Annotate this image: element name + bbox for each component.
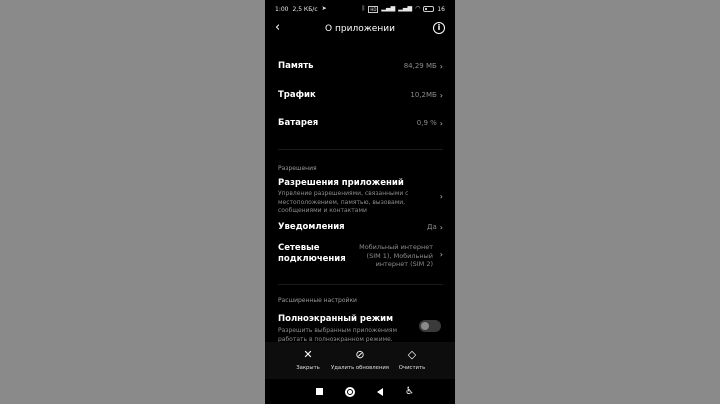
home-icon[interactable] [345,386,355,397]
chevron-right-icon: › [439,222,443,232]
section-header-permissions: Разрешения [278,165,317,172]
battery-icon [423,6,435,12]
network-value: Мобильный интернет (SIM 1), Мобильный ин… [359,243,433,269]
row-traffic-value: 10,2МБ [410,91,437,99]
phone-screen: 1:00 2,5 КБ/с ➤ ᛒ HD ▂▄▆ ▂▄▆ ◠ 16 ‹ О пр… [265,0,455,404]
row-traffic-label: Трафик [278,90,316,100]
fullscreen-item[interactable]: Полноэкранный режим Разрешить выбранным … [278,314,443,344]
notifications-label: Уведомления [278,222,345,232]
row-battery-label: Батарея [278,118,319,128]
volte-icon: HD [368,5,379,13]
uninstall-updates-button[interactable]: ⊘ Удалить обновления [331,342,389,379]
notifications-item[interactable]: Уведомления Да › [278,222,443,232]
action-bar: ✕ Закрыть ⊘ Удалить обновления ◇ Очистит… [265,342,455,379]
accessibility-icon[interactable]: ♿ [405,386,414,397]
chevron-right-icon: › [439,61,443,71]
notifications-value: Да [427,223,437,231]
status-time: 1:00 [275,5,289,13]
close-button-label: Закрыть [296,365,320,371]
app-permissions-description: Упрвление разрешениями, связанными с мес… [278,190,409,214]
battery-level: 16 [437,5,445,13]
fullscreen-toggle[interactable] [419,320,441,332]
row-memory-label: Память [278,61,314,71]
wifi-icon: ◠ [415,5,421,12]
back-triangle-icon[interactable] [377,387,383,396]
telegram-icon: ➤ [321,5,327,12]
chevron-right-icon: › [439,90,443,100]
row-memory[interactable]: Память 84,29 МБ › [278,61,443,71]
clear-button[interactable]: ◇ Очистить [390,342,434,379]
row-traffic[interactable]: Трафик 10,2МБ › [278,90,443,100]
info-icon[interactable]: i [433,22,445,34]
eraser-icon: ◇ [407,348,417,361]
app-permissions-label: Разрешения приложений [278,178,404,188]
network-connections-item[interactable]: Сетевые подключения Мобильный интернет (… [278,243,443,273]
block-icon: ⊘ [355,348,365,361]
title-bar: ‹ О приложении i [265,18,455,40]
navigation-bar: ♿ [265,379,455,404]
chevron-right-icon: › [439,250,443,259]
toggle-knob [421,322,429,330]
network-label: Сетевые подключения [278,243,346,264]
chevron-right-icon: › [439,192,443,201]
clear-button-label: Очистить [398,365,426,371]
chevron-right-icon: › [439,118,443,128]
status-bar: 1:00 2,5 КБ/с ➤ ᛒ HD ▂▄▆ ▂▄▆ ◠ 16 [265,0,455,18]
divider [278,284,443,285]
section-header-advanced: Расширенные настройки [278,297,357,304]
divider [278,149,443,150]
recents-icon[interactable] [316,388,323,395]
close-icon: ✕ [303,348,313,361]
uninstall-updates-label: Удалить обновления [331,365,389,371]
row-battery[interactable]: Батарея 0,9 % › [278,118,443,128]
close-button[interactable]: ✕ Закрыть [286,342,330,379]
page-title: О приложении [325,24,395,34]
row-battery-value: 0,9 % [416,119,437,127]
bluetooth-icon: ᛒ [361,5,366,12]
signal-icon: ▂▄▆ [381,5,396,12]
app-permissions-item[interactable]: Разрешения приложений Упрвление разрешен… [278,178,443,216]
status-speed: 2,5 КБ/с [292,5,318,13]
signal-2-icon: ▂▄▆ [398,5,413,12]
fullscreen-label: Полноэкранный режим [278,314,394,324]
row-memory-value: 84,29 МБ [403,62,437,70]
